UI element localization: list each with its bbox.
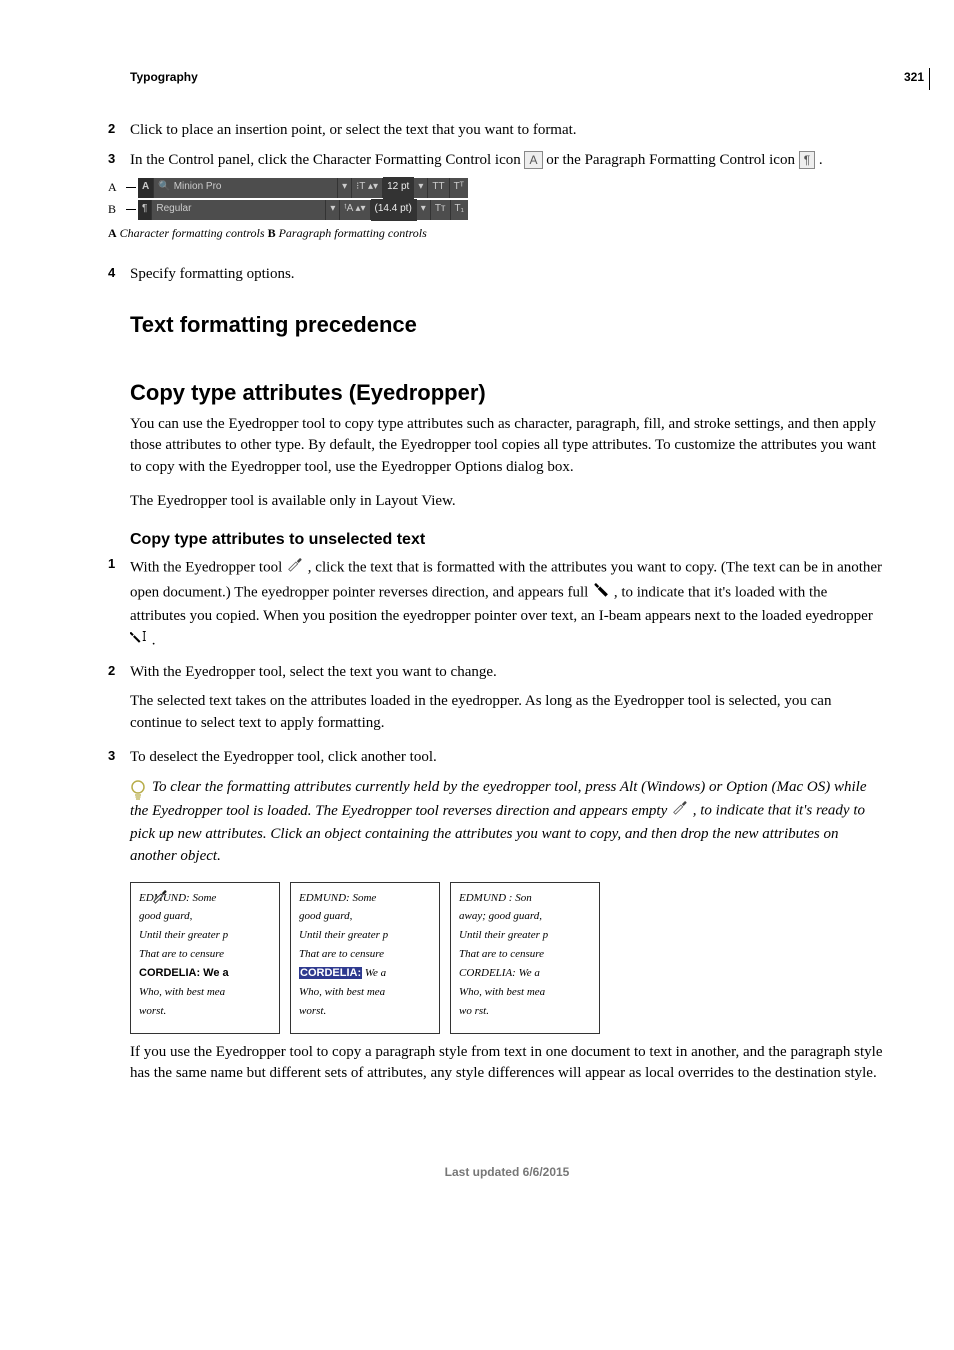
example-line: Until their greater p xyxy=(139,928,271,943)
page-number: 321 xyxy=(904,70,924,84)
example-box: EDMUND: Some good guard, Until their great… xyxy=(290,882,440,1034)
example-line: EDMUND : Son xyxy=(459,891,591,906)
example-line: worst. xyxy=(139,1004,271,1019)
example-box: EDMUND: Somegood guard,Until their great… xyxy=(130,882,280,1034)
mode-char-icon: A xyxy=(138,178,154,198)
figure-callout-a: A xyxy=(108,179,126,196)
step-2-followup: The selected text takes on the attribute… xyxy=(130,691,884,735)
example-line: CORDELIA: We a xyxy=(139,966,271,981)
font-size-field: 12 pt xyxy=(383,177,414,199)
smallcaps-icon: Tᴛ xyxy=(431,200,451,220)
paragraph-formatting-icon: ¶ xyxy=(799,151,815,169)
step-number: 2 xyxy=(108,662,115,681)
example-line: good guard, xyxy=(299,909,431,924)
font-family-field: Minion Pro xyxy=(174,180,222,195)
mode-para-icon: ¶ xyxy=(138,200,152,220)
superscript-icon: Tᵀ xyxy=(450,178,468,198)
subscript-icon: T₁ xyxy=(451,200,468,220)
unselected-step-3: 3 To deselect the Eyedropper tool, click… xyxy=(130,747,884,769)
chapter-title: Typography xyxy=(130,70,884,84)
heading-precedence: Text formatting precedence xyxy=(130,312,884,338)
control-panel-figure: A A 🔍Minion Pro ▾ ⁝T ▴▾ 12 pt ▾ TT Tᵀ B xyxy=(108,178,884,220)
example-line: away; good guard, xyxy=(459,909,591,924)
leading-field: (14.4 pt) xyxy=(371,199,417,221)
example-line: CORDELIA: We a xyxy=(459,966,591,981)
step-text-part: In the Control panel, click the Characte… xyxy=(130,152,524,168)
font-style-field: Regular xyxy=(152,200,326,220)
eyedropper-empty-icon xyxy=(671,797,689,823)
eyedropper-example-figure: EDMUND: Some good guard, Until their great… xyxy=(130,882,884,1034)
example-line: CORDELIA: We a xyxy=(299,966,431,981)
unselected-step-1: 1 With the Eyedropper tool , click the t… xyxy=(130,555,884,654)
character-formatting-icon: A xyxy=(524,151,542,169)
step-number: 4 xyxy=(108,264,115,283)
figure-caption: A Character formatting controls B Paragr… xyxy=(108,225,884,242)
example-line: That are to censure xyxy=(139,947,271,962)
example-line: Who, with best mea xyxy=(459,985,591,1000)
footer-updated: Last updated 6/6/2015 xyxy=(130,1165,884,1179)
example-line: Until their greater p xyxy=(299,928,431,943)
step-text: Specify formatting options. xyxy=(130,266,295,282)
step-text: Click to place an insertion point, or se… xyxy=(130,122,577,138)
heading-copy-attributes: Copy type attributes (Eyedropper) xyxy=(130,380,884,406)
tip-lightbulb-icon xyxy=(129,779,147,801)
step-number: 1 xyxy=(108,555,115,574)
step-4: 4 Specify formatting options. xyxy=(130,264,884,286)
example-line: That are to censure xyxy=(459,947,591,962)
step-text-part: . xyxy=(819,152,823,168)
example-line: That are to censure xyxy=(299,947,431,962)
step-number: 3 xyxy=(108,150,115,169)
copy-intro-paragraph: You can use the Eyedropper tool to copy … xyxy=(130,414,884,479)
tip-note: To clear the formatting attributes curre… xyxy=(130,777,884,868)
step-2: 2 Click to place an insertion point, or … xyxy=(130,120,884,142)
example-line: worst. xyxy=(299,1004,431,1019)
example-line: Who, with best mea xyxy=(299,985,431,1000)
eyedropper-empty-icon xyxy=(286,554,304,580)
post-example-paragraph: If you use the Eyedropper tool to copy a… xyxy=(130,1042,884,1086)
example-line: good guard, xyxy=(139,909,271,924)
eyedropper-full-icon xyxy=(592,579,610,605)
example-box: EDMUND : Son away; good guard, Until their… xyxy=(450,882,600,1034)
step-number: 2 xyxy=(108,120,115,139)
eyedropper-ibeam-icon xyxy=(130,627,148,653)
example-line: Who, with best mea xyxy=(139,985,271,1000)
example-line: EDMUND: Some xyxy=(299,891,431,906)
step-number: 3 xyxy=(108,747,115,766)
unselected-step-2: 2 With the Eyedropper tool, select the t… xyxy=(130,662,884,735)
figure-callout-b: B xyxy=(108,201,126,218)
example-line: wo rst. xyxy=(459,1004,591,1019)
heading-unselected: Copy type attributes to unselected text xyxy=(130,531,884,549)
example-line: Until their greater p xyxy=(459,928,591,943)
step-text-part: or the Paragraph Formatting Control icon xyxy=(546,152,798,168)
step-3: 3 In the Control panel, click the Charac… xyxy=(130,150,884,242)
copy-note-paragraph: The Eyedropper tool is available only in… xyxy=(130,491,884,513)
allcaps-icon: TT xyxy=(428,178,449,198)
